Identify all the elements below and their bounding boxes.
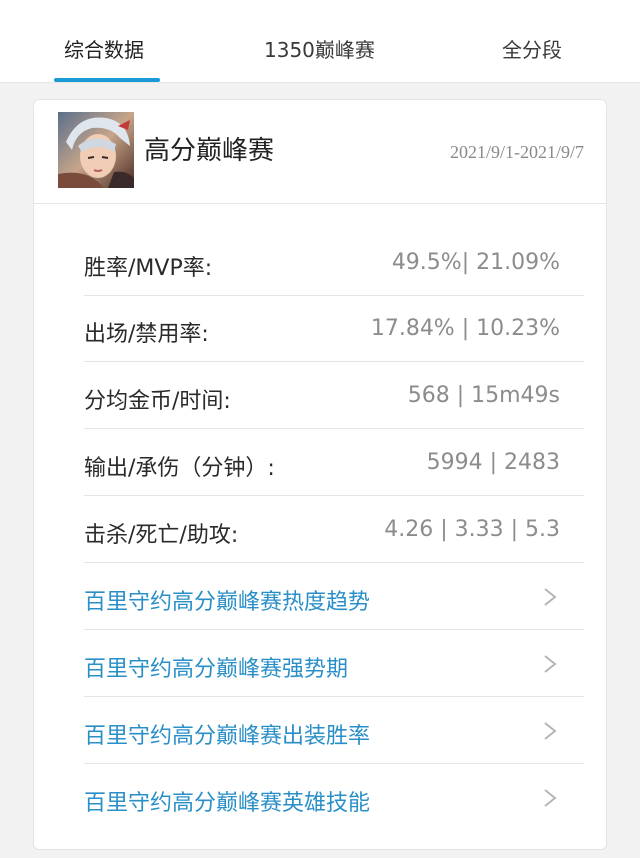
stat-label: 输出/承伤（分钟）:: [84, 456, 275, 481]
stat-label: 胜率/MVP率:: [84, 256, 213, 281]
stat-label: 击杀/死亡/助攻:: [84, 523, 239, 548]
tab-bar: 综合数据 1350巅峰赛 全分段: [0, 0, 640, 83]
tab-overview[interactable]: 综合数据: [64, 34, 144, 63]
link-heat-trend[interactable]: 百里守约高分巅峰赛热度趋势: [84, 564, 584, 630]
stat-row-pick-ban: 出场/禁用率: 17.84% | 10.23%: [84, 296, 584, 362]
active-tab-indicator: [54, 78, 160, 82]
stat-value: 17.84% | 10.23%: [370, 316, 560, 341]
stat-value: 5994 | 2483: [426, 450, 560, 475]
chevron-right-icon: [544, 588, 557, 606]
stat-label: 出场/禁用率:: [84, 322, 209, 347]
tab-all-ranks[interactable]: 全分段: [502, 34, 562, 63]
chevron-right-icon: [544, 655, 557, 673]
chevron-right-icon: [544, 789, 557, 807]
stats-card: 高分巅峰赛 2021/9/1-2021/9/7 胜率/MVP率: 49.5%| …: [33, 99, 607, 850]
link-label: 百里守约高分巅峰赛英雄技能: [84, 791, 371, 816]
link-strong-period[interactable]: 百里守约高分巅峰赛强势期: [84, 631, 584, 697]
stat-value: 49.5%| 21.09%: [391, 250, 560, 275]
stat-value: 4.26 | 3.33 | 5.3: [384, 517, 560, 542]
divider: [34, 203, 606, 204]
stat-row-damage: 输出/承伤（分钟）: 5994 | 2483: [84, 430, 584, 496]
date-range: 2021/9/1-2021/9/7: [450, 142, 584, 162]
stat-value: 568 | 15m49s: [407, 383, 560, 408]
hero-avatar: [58, 112, 134, 188]
link-hero-skills[interactable]: 百里守约高分巅峰赛英雄技能: [84, 765, 584, 831]
link-build-winrate[interactable]: 百里守约高分巅峰赛出装胜率: [84, 698, 584, 764]
stat-row-gold-time: 分均金币/时间: 568 | 15m49s: [84, 363, 584, 429]
card-title: 高分巅峰赛: [144, 136, 275, 166]
chevron-right-icon: [544, 722, 557, 740]
stat-row-kda: 击杀/死亡/助攻: 4.26 | 3.33 | 5.3: [84, 497, 584, 563]
link-label: 百里守约高分巅峰赛出装胜率: [84, 724, 371, 749]
stat-label: 分均金币/时间:: [84, 389, 231, 414]
stat-row-winrate: 胜率/MVP率: 49.5%| 21.09%: [84, 230, 584, 296]
link-label: 百里守约高分巅峰赛热度趋势: [84, 590, 371, 615]
tab-1350-peak[interactable]: 1350巅峰赛: [264, 34, 375, 63]
link-label: 百里守约高分巅峰赛强势期: [84, 657, 349, 682]
